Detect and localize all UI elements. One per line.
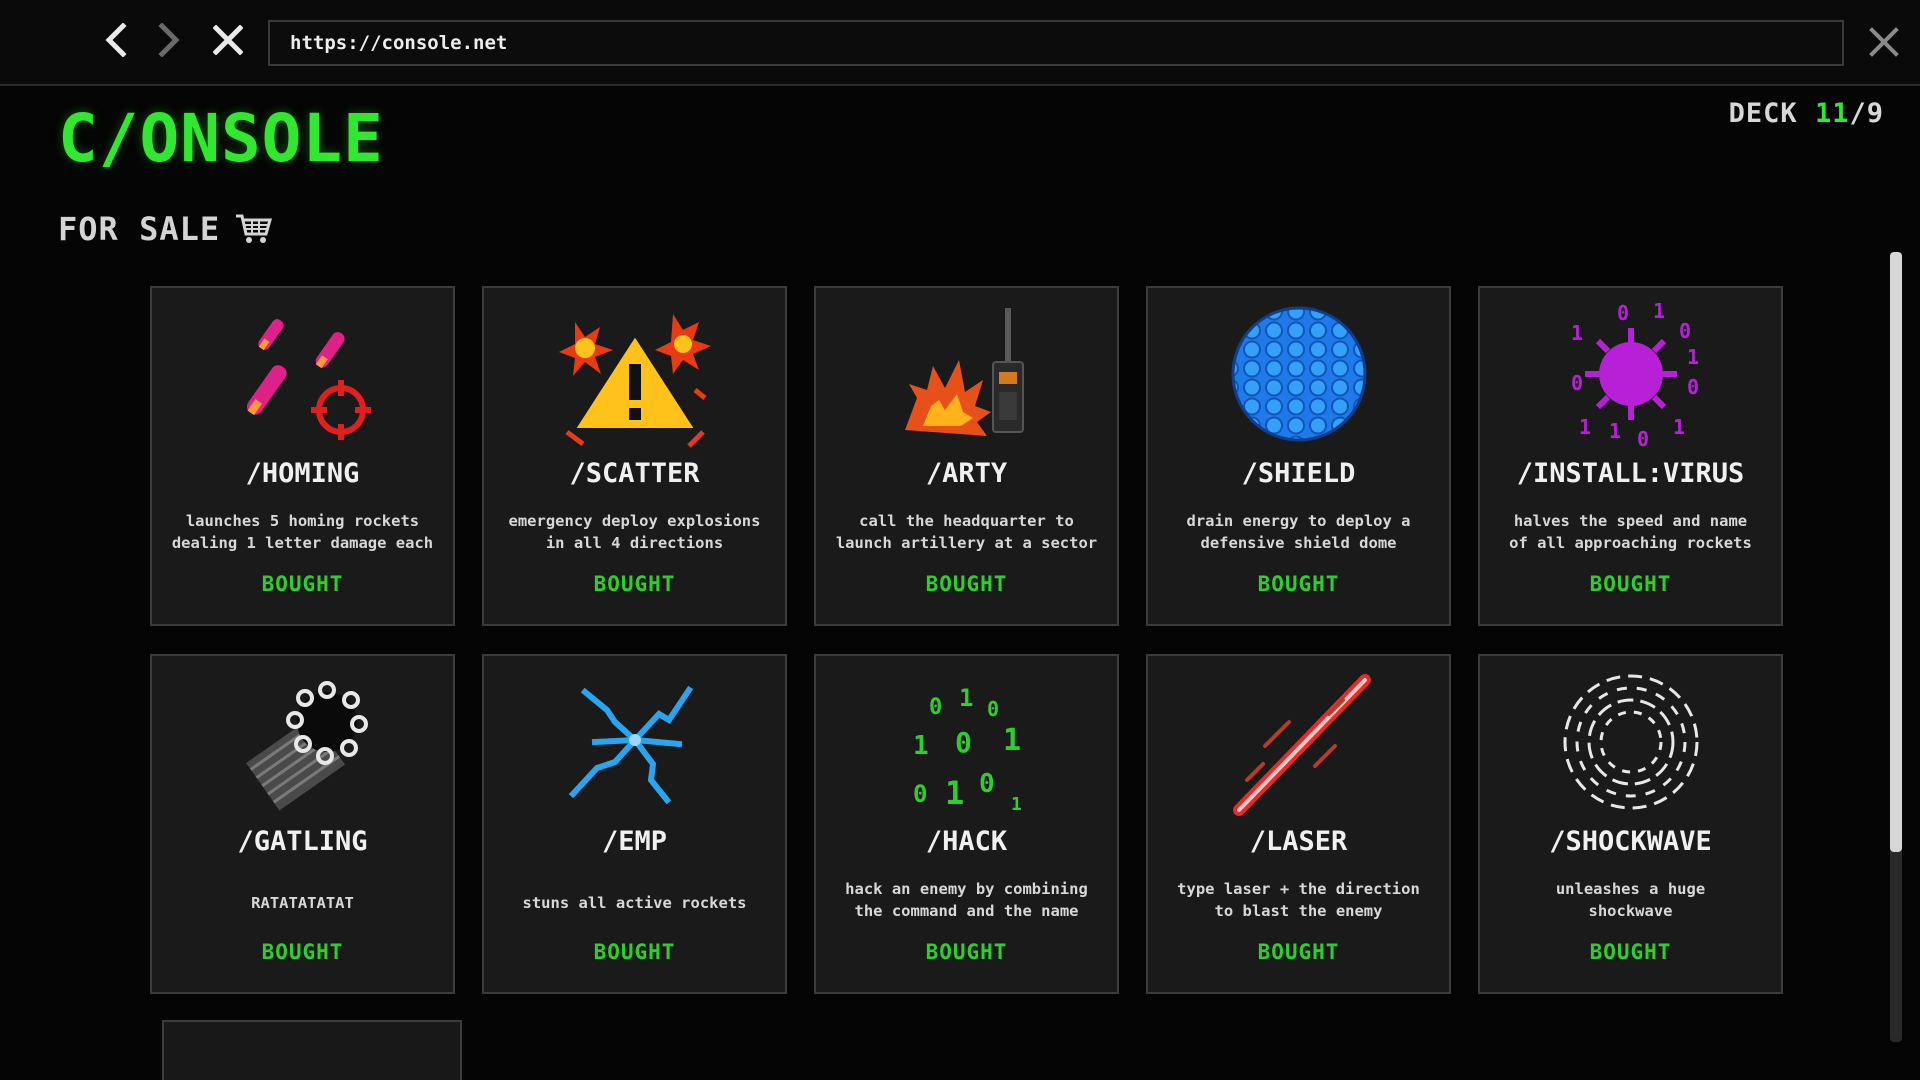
console-logo: C/ONSOLE bbox=[58, 100, 384, 177]
warning-explosion-icon bbox=[555, 302, 715, 452]
cart-icon bbox=[236, 214, 273, 243]
chevron-left-icon bbox=[105, 23, 127, 57]
card-hack[interactable]: 010 101 0101 /HACK hack an enemy by comb… bbox=[814, 654, 1119, 994]
homing-rockets-icon bbox=[223, 302, 383, 452]
artillery-radio-icon bbox=[887, 302, 1047, 452]
forward-button[interactable] bbox=[147, 18, 191, 62]
svg-text:0: 0 bbox=[1679, 319, 1691, 343]
svg-text:1: 1 bbox=[945, 774, 964, 812]
card-laser[interactable]: /LASER type laser + the direction to bla… bbox=[1146, 654, 1451, 994]
deck-label: DECK bbox=[1728, 98, 1798, 129]
binary-code-icon: 010 101 0101 bbox=[887, 670, 1047, 820]
shield-dome-icon bbox=[1219, 302, 1379, 452]
svg-text:1: 1 bbox=[959, 684, 973, 712]
browser-toolbar: https://console.net bbox=[0, 0, 1920, 86]
card-scatter[interactable]: /SCATTER emergency deploy explosions in … bbox=[482, 286, 787, 626]
card-status: BOUGHT bbox=[925, 572, 1008, 596]
close-icon bbox=[213, 25, 243, 55]
svg-text:1: 1 bbox=[1653, 302, 1665, 323]
card-title: /SCATTER bbox=[569, 458, 700, 489]
card-title: /HOMING bbox=[245, 458, 360, 489]
scrollbar-thumb[interactable] bbox=[1890, 252, 1902, 852]
card-description: stuns all active rockets bbox=[522, 894, 747, 912]
card-install-virus[interactable]: 1010 100 1101 /INSTALL:VIRUS halves the … bbox=[1478, 286, 1783, 626]
card-partial[interactable] bbox=[162, 1020, 462, 1080]
emp-spark-icon bbox=[555, 670, 715, 820]
virus-icon: 1010 100 1101 bbox=[1551, 302, 1711, 452]
card-status: BOUGHT bbox=[261, 940, 344, 964]
svg-text:0: 0 bbox=[979, 769, 995, 799]
shop-grid: /HOMING launches 5 homing rockets dealin… bbox=[150, 286, 1786, 1006]
svg-text:1: 1 bbox=[1687, 345, 1699, 369]
card-title: /EMP bbox=[601, 826, 668, 857]
card-title: /GATLING bbox=[237, 826, 368, 857]
svg-text:1: 1 bbox=[1011, 794, 1022, 815]
card-shockwave[interactable]: /SHOCKWAVE unleashes a huge shockwave BO… bbox=[1478, 654, 1783, 994]
svg-text:0: 0 bbox=[1637, 427, 1649, 451]
card-arty[interactable]: /ARTY call the headquarter to launch art… bbox=[814, 286, 1119, 626]
card-status: BOUGHT bbox=[1589, 572, 1672, 596]
card-status: BOUGHT bbox=[1257, 572, 1340, 596]
card-status: BOUGHT bbox=[925, 940, 1008, 964]
svg-text:1: 1 bbox=[1579, 415, 1591, 439]
svg-text:0: 0 bbox=[1617, 302, 1629, 325]
card-description: unleashes a huge shockwave bbox=[1555, 880, 1706, 920]
address-bar[interactable]: https://console.net bbox=[268, 20, 1844, 66]
card-title: /SHIELD bbox=[1241, 458, 1356, 489]
svg-text:0: 0 bbox=[955, 726, 972, 759]
back-button[interactable] bbox=[94, 18, 138, 62]
card-description: emergency deploy explosions in all 4 dir… bbox=[508, 512, 761, 552]
svg-text:0: 0 bbox=[913, 780, 927, 808]
card-gatling[interactable]: /GATLING RATATATATAT BOUGHT bbox=[150, 654, 455, 994]
card-title: /INSTALL:VIRUS bbox=[1516, 458, 1745, 489]
card-description: hack an enemy by combining the command a… bbox=[845, 880, 1088, 920]
card-homing[interactable]: /HOMING launches 5 homing rockets dealin… bbox=[150, 286, 455, 626]
card-status: BOUGHT bbox=[593, 940, 676, 964]
card-emp[interactable]: /EMP stuns all active rockets BOUGHT bbox=[482, 654, 787, 994]
svg-text:0: 0 bbox=[1687, 375, 1699, 399]
card-title: /ARTY bbox=[925, 458, 1008, 489]
chevron-right-icon bbox=[158, 23, 180, 57]
deck-max: 9 bbox=[1866, 98, 1884, 129]
deck-separator: / bbox=[1849, 98, 1867, 129]
for-sale-heading: FOR SALE bbox=[58, 210, 274, 248]
deck-current: 11 bbox=[1814, 98, 1850, 129]
close-window-button[interactable] bbox=[1862, 20, 1906, 64]
card-description: drain energy to deploy a defensive shiel… bbox=[1186, 512, 1411, 552]
shockwave-rings-icon bbox=[1551, 670, 1711, 820]
card-status: BOUGHT bbox=[593, 572, 676, 596]
svg-text:1: 1 bbox=[1571, 321, 1583, 345]
gatling-gun-icon bbox=[223, 670, 383, 820]
card-description: type laser + the direction to blast the … bbox=[1177, 880, 1420, 920]
card-description: RATATATATAT bbox=[251, 894, 354, 912]
card-title: /SHOCKWAVE bbox=[1549, 826, 1712, 857]
card-description: halves the speed and name of all approac… bbox=[1509, 512, 1752, 552]
card-status: BOUGHT bbox=[261, 572, 344, 596]
svg-text:1: 1 bbox=[913, 731, 929, 761]
svg-text:0: 0 bbox=[987, 697, 999, 721]
card-status: BOUGHT bbox=[1589, 940, 1672, 964]
card-description: launches 5 homing rockets dealing 1 lett… bbox=[171, 512, 434, 552]
svg-text:1: 1 bbox=[1609, 419, 1621, 443]
card-title: /HACK bbox=[925, 826, 1008, 857]
scrollbar[interactable] bbox=[1890, 252, 1902, 1042]
svg-text:0: 0 bbox=[1571, 371, 1583, 395]
card-status: BOUGHT bbox=[1257, 940, 1340, 964]
svg-text:1: 1 bbox=[1003, 723, 1021, 758]
deck-counter: DECK 11/9 bbox=[1729, 98, 1884, 129]
for-sale-label: FOR SALE bbox=[58, 210, 221, 248]
close-icon bbox=[1869, 27, 1899, 57]
stop-button[interactable] bbox=[206, 18, 250, 62]
card-shield[interactable]: /SHIELD drain energy to deploy a defensi… bbox=[1146, 286, 1451, 626]
laser-beam-icon bbox=[1219, 670, 1379, 820]
svg-text:0: 0 bbox=[929, 695, 942, 720]
card-description: call the headquarter to launch artillery… bbox=[835, 512, 1098, 552]
url-text: https://console.net bbox=[290, 32, 508, 54]
svg-text:1: 1 bbox=[1673, 415, 1685, 439]
card-title: /LASER bbox=[1249, 826, 1348, 857]
